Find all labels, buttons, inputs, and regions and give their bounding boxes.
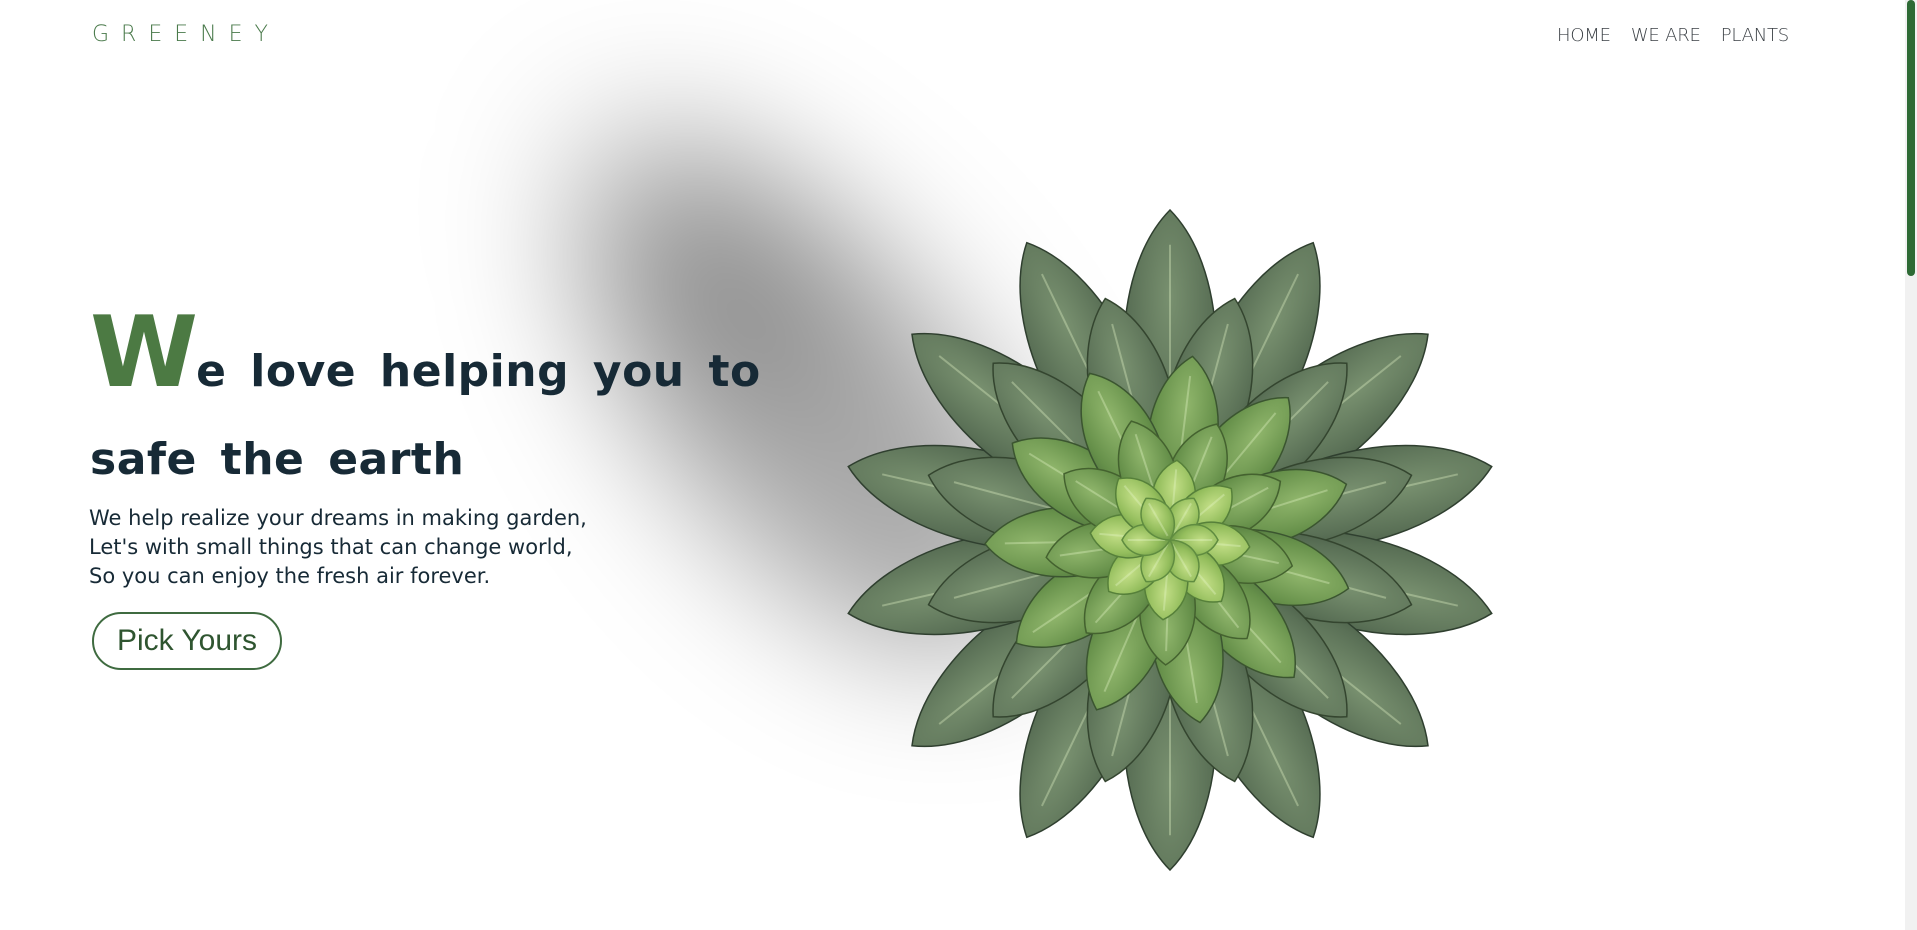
description-line-2: Let's with small things that can change … (89, 535, 573, 559)
description-line-1: We help realize your dreams in making ga… (89, 506, 587, 530)
hero-description: We help realize your dreams in making ga… (89, 504, 649, 591)
hero-heading: We love helping you to safe the earth (90, 304, 810, 504)
heading-line-1: e love helping you to (196, 346, 761, 397)
scrollbar-thumb[interactable] (1907, 0, 1915, 276)
heading-line-2: safe the earth (90, 434, 465, 485)
page-scrollbar[interactable] (1905, 0, 1917, 930)
heading-initial-letter: W (90, 296, 198, 410)
description-line-3: So you can enjoy the fresh air forever. (89, 564, 491, 588)
pick-yours-button[interactable]: Pick Yours (92, 612, 282, 670)
landing-page: GREENEY HOME WE ARE PLANTS We love helpi… (0, 0, 1905, 930)
